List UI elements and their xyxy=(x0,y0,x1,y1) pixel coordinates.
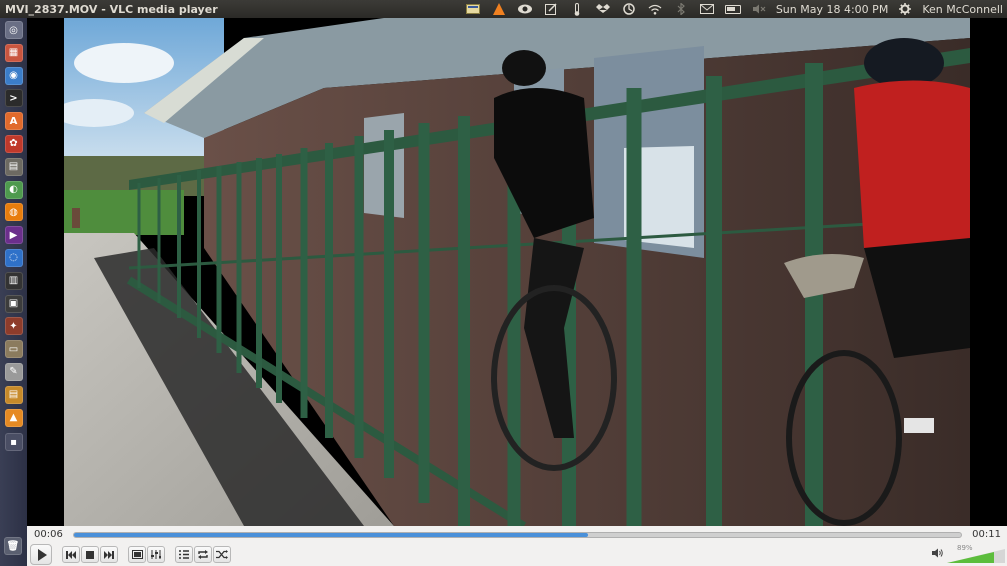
dropbox-icon[interactable] xyxy=(595,2,611,16)
seek-row: 00:06 00:11 xyxy=(27,526,1007,543)
eclipse-app-icon[interactable]: ◐ xyxy=(4,180,23,199)
text-editor-icon[interactable]: ▤ xyxy=(4,157,23,176)
edit-indicator-icon[interactable] xyxy=(543,2,559,16)
extended-settings-button[interactable] xyxy=(147,546,165,563)
video-still xyxy=(64,18,970,526)
system-settings-icon[interactable]: ✿ xyxy=(4,134,23,153)
shuffle-icon xyxy=(216,550,228,559)
playlist-icon xyxy=(179,550,189,559)
top-panel: MVI_2837.MOV - VLC media player Sun May … xyxy=(0,0,1007,18)
system-tray: Sun May 18 4:00 PM Ken McConnell xyxy=(460,0,1007,18)
volume-tray-icon[interactable] xyxy=(751,2,767,16)
shuffle-button[interactable] xyxy=(213,546,231,563)
battery-icon[interactable] xyxy=(724,2,741,16)
equalizer-icon xyxy=(151,550,161,559)
fullscreen-icon xyxy=(131,550,143,559)
skip-forward-icon xyxy=(104,550,114,559)
terminal-icon[interactable]: > xyxy=(4,89,23,108)
browser-icon[interactable]: ◉ xyxy=(4,66,23,85)
loop-icon xyxy=(198,550,208,559)
sync-indicator-icon[interactable] xyxy=(621,2,637,16)
volume-control: 89% xyxy=(932,544,1005,563)
vlc-tray-icon[interactable] xyxy=(491,2,507,16)
launcher: ◎ ▦ ◉ > A ✿ ▤ ◐ ◍ ▶ ◌ ▥ ▣ ✦ ▭ ✎ ▤ ▲ ▪ 🗑 xyxy=(0,18,27,566)
next-button[interactable] xyxy=(100,546,118,563)
mail-icon[interactable] xyxy=(699,2,715,16)
time-total: 00:11 xyxy=(972,529,1001,540)
trash-icon[interactable]: 🗑 xyxy=(4,537,22,556)
fullscreen-button[interactable] xyxy=(128,546,146,563)
files-app-icon[interactable]: ▭ xyxy=(4,340,23,359)
window-title: MVI_2837.MOV - VLC media player xyxy=(5,2,218,16)
wifi-icon[interactable] xyxy=(647,2,663,16)
video-area[interactable] xyxy=(27,18,1007,526)
video-frame[interactable] xyxy=(64,18,970,526)
user-name[interactable]: Ken McConnell xyxy=(918,3,1007,16)
thermometer-icon[interactable] xyxy=(569,2,585,16)
loop-button[interactable] xyxy=(194,546,212,563)
control-bar: 89% xyxy=(27,543,1007,566)
stop-button[interactable] xyxy=(81,546,99,563)
volume-slider[interactable]: 89% xyxy=(947,544,1005,563)
calendar-app-icon[interactable]: ▦ xyxy=(4,43,23,62)
play-icon xyxy=(37,548,47,561)
dash-home-icon[interactable]: ◎ xyxy=(4,21,23,39)
workspace-icon[interactable]: ▪ xyxy=(4,433,23,452)
video-editor-icon[interactable]: ✎ xyxy=(4,362,23,381)
software-center-icon[interactable]: A xyxy=(4,112,23,131)
seek-progress xyxy=(74,532,588,537)
camera-indicator-icon[interactable] xyxy=(517,2,533,16)
archive-icon[interactable]: ▤ xyxy=(4,385,23,404)
stop-icon xyxy=(86,550,94,559)
play-button[interactable] xyxy=(30,544,52,565)
previous-button[interactable] xyxy=(62,546,80,563)
playlist-button[interactable] xyxy=(175,546,193,563)
speaker-icon[interactable] xyxy=(932,548,943,561)
seek-slider[interactable] xyxy=(73,531,962,538)
clock[interactable]: Sun May 18 4:00 PM xyxy=(772,3,892,16)
vlc-launcher-icon[interactable]: ▲ xyxy=(4,408,23,427)
volume-percent: 89% xyxy=(957,544,973,552)
system-monitor-icon[interactable]: ▥ xyxy=(4,271,23,290)
image-viewer-icon[interactable]: ✦ xyxy=(4,317,23,336)
bluetooth-icon[interactable] xyxy=(673,2,689,16)
blender-icon[interactable]: ◍ xyxy=(4,203,23,222)
keyboard-indicator-icon[interactable] xyxy=(465,2,481,16)
media-app-icon[interactable]: ▶ xyxy=(4,226,23,245)
skip-back-icon xyxy=(66,550,76,559)
time-elapsed: 00:06 xyxy=(34,529,63,540)
network-app-icon[interactable]: ◌ xyxy=(4,248,23,267)
gear-icon[interactable] xyxy=(897,2,913,16)
monitor-app-icon[interactable]: ▣ xyxy=(4,294,23,313)
